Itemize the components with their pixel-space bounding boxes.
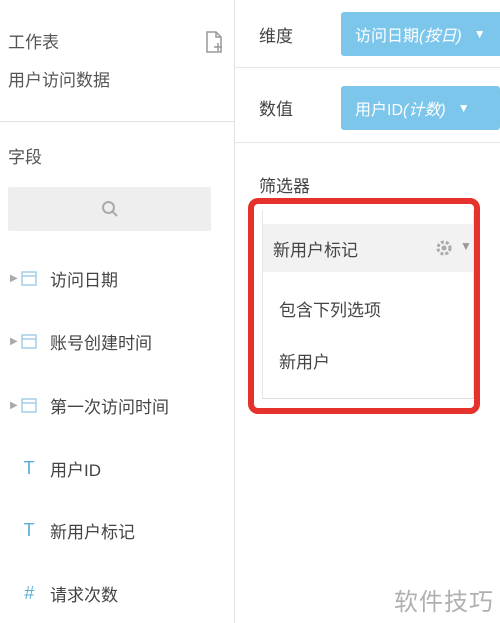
- field-label: 第一次访问时间: [50, 397, 169, 417]
- dimension-pill[interactable]: 访问日期 (按日) ▼: [341, 12, 500, 56]
- text-type-icon: T: [23, 457, 35, 478]
- chevron-down-icon: ▼: [457, 101, 470, 115]
- field-search-input[interactable]: [8, 187, 211, 231]
- chevron-down-icon[interactable]: ▼: [460, 239, 472, 253]
- field-item-request-count[interactable]: # 请求次数: [10, 579, 118, 607]
- field-label: 请求次数: [50, 585, 118, 605]
- chevron-down-icon: ▼: [473, 27, 486, 41]
- field-item-first-visit[interactable]: ▶ 第一次访问时间: [10, 391, 169, 419]
- config-panel: 维度 访问日期 (按日) ▼ 数值 用户ID (计数) ▼ 筛选器 新用户标记 …: [235, 0, 500, 623]
- calendar-icon: [21, 271, 37, 286]
- number-type-icon: #: [23, 582, 34, 603]
- field-item-user-id[interactable]: T 用户ID: [10, 454, 102, 482]
- divider: [235, 142, 500, 143]
- filter-header[interactable]: 新用户标记 ▼: [263, 224, 473, 272]
- field-label: 账号创建时间: [50, 333, 152, 353]
- field-item-new-user-flag[interactable]: T 新用户标记: [10, 516, 136, 544]
- field-item-visit-date[interactable]: ▶ 访问日期: [10, 264, 118, 292]
- field-item-account-created[interactable]: ▶ 账号创建时间: [10, 327, 152, 355]
- field-label: 新用户标记: [50, 522, 135, 542]
- field-label: 用户ID: [50, 460, 101, 480]
- watermark: 软件技巧: [394, 589, 494, 616]
- calendar-icon: [21, 398, 37, 413]
- expand-caret-icon[interactable]: ▶: [10, 336, 18, 347]
- expand-caret-icon[interactable]: ▶: [10, 273, 18, 284]
- filter-card[interactable]: 新用户标记 ▼ 包含下列选项 新用户: [262, 210, 474, 399]
- expand-caret-icon[interactable]: ▶: [10, 400, 18, 411]
- measure-label: 数值: [259, 100, 293, 119]
- divider: [0, 121, 234, 122]
- dimension-value: 访问日期: [355, 28, 420, 45]
- text-type-icon: T: [23, 519, 35, 540]
- field-label: 访问日期: [50, 270, 118, 290]
- worksheet-label: 工作表: [8, 33, 59, 52]
- gear-icon[interactable]: [433, 237, 455, 259]
- measure-value: 用户ID: [355, 102, 404, 119]
- measure-modifier: (计数): [403, 102, 446, 119]
- filter-highlight-box: 新用户标记 ▼ 包含下列选项 新用户: [248, 198, 480, 414]
- measure-pill[interactable]: 用户ID (计数) ▼: [341, 86, 500, 130]
- field-panel: 工作表 用户访问数据 字段 ▶ 访问日期 ▶ 账号创建时间 ▶ 第一次访问时间 …: [0, 0, 235, 623]
- divider: [235, 67, 500, 68]
- calendar-icon: [21, 334, 37, 349]
- filter-condition: 包含下列选项: [279, 301, 381, 320]
- filter-label: 筛选器: [259, 177, 310, 196]
- fields-label: 字段: [8, 148, 42, 167]
- dimension-label: 维度: [259, 27, 293, 46]
- search-icon: [102, 201, 118, 217]
- sheet-name[interactable]: 用户访问数据: [8, 66, 110, 91]
- filter-field-name: 新用户标记: [273, 240, 358, 260]
- document-icon[interactable]: [202, 30, 226, 54]
- filter-value[interactable]: 新用户: [279, 348, 330, 373]
- dimension-modifier: (按日): [419, 28, 462, 45]
